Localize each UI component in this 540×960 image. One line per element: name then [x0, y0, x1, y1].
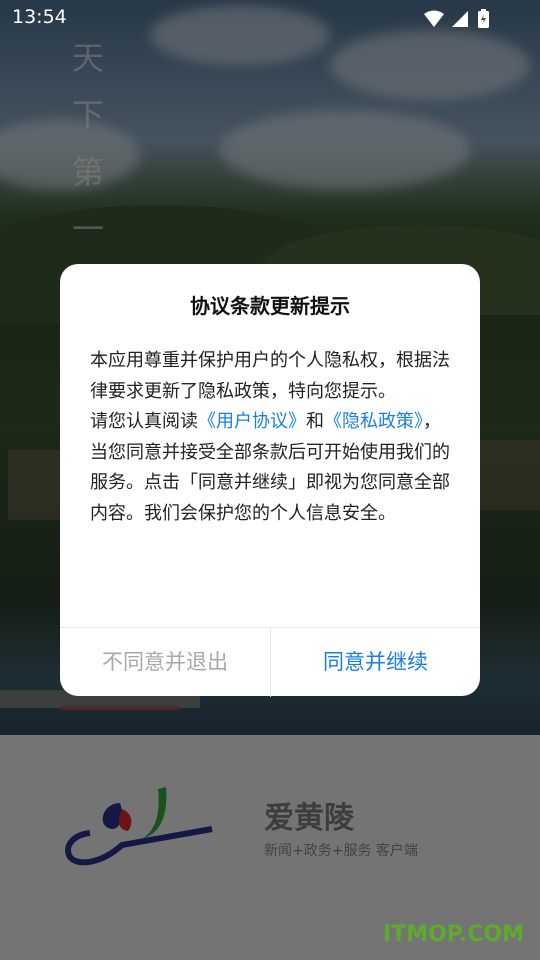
status-time: 13:54 [12, 6, 67, 28]
wifi-icon [424, 10, 444, 27]
dialog-paragraph-1: 本应用尊重并保护用户的个人隐私权，根据法律要求更新了隐私政策，特向您提示。 [90, 350, 450, 402]
dialog-body: 本应用尊重并保护用户的个人隐私权，根据法律要求更新了隐私政策，特向您提示。 请您… [90, 346, 454, 529]
status-icons [422, 8, 502, 34]
decline-exit-button[interactable]: 不同意并退出 [60, 628, 271, 697]
dialog-title: 协议条款更新提示 [190, 294, 350, 318]
status-bar: 13:54 [0, 0, 540, 36]
privacy-policy-link[interactable]: 《隐私政策》 [324, 411, 423, 432]
dialog-actions: 不同意并退出 同意并继续 [60, 627, 480, 697]
paragraph-text: 请您认真阅读 [90, 411, 198, 432]
dialog-paragraph-2: 请您认真阅读《用户协议》和《隐私政策》，当您同意并接受全部条款后可开始使用我们的… [90, 407, 454, 529]
user-agreement-link[interactable]: 《用户协议》 [198, 411, 306, 432]
battery-icon [478, 9, 489, 28]
accept-continue-button[interactable]: 同意并继续 [271, 628, 480, 697]
cellular-signal-icon [452, 11, 468, 27]
site-watermark: ITMOP.COM [383, 922, 524, 947]
paragraph-text: 和 [306, 411, 324, 432]
agreement-dialog: 协议条款更新提示 本应用尊重并保护用户的个人隐私权，根据法律要求更新了隐私政策，… [60, 264, 480, 697]
